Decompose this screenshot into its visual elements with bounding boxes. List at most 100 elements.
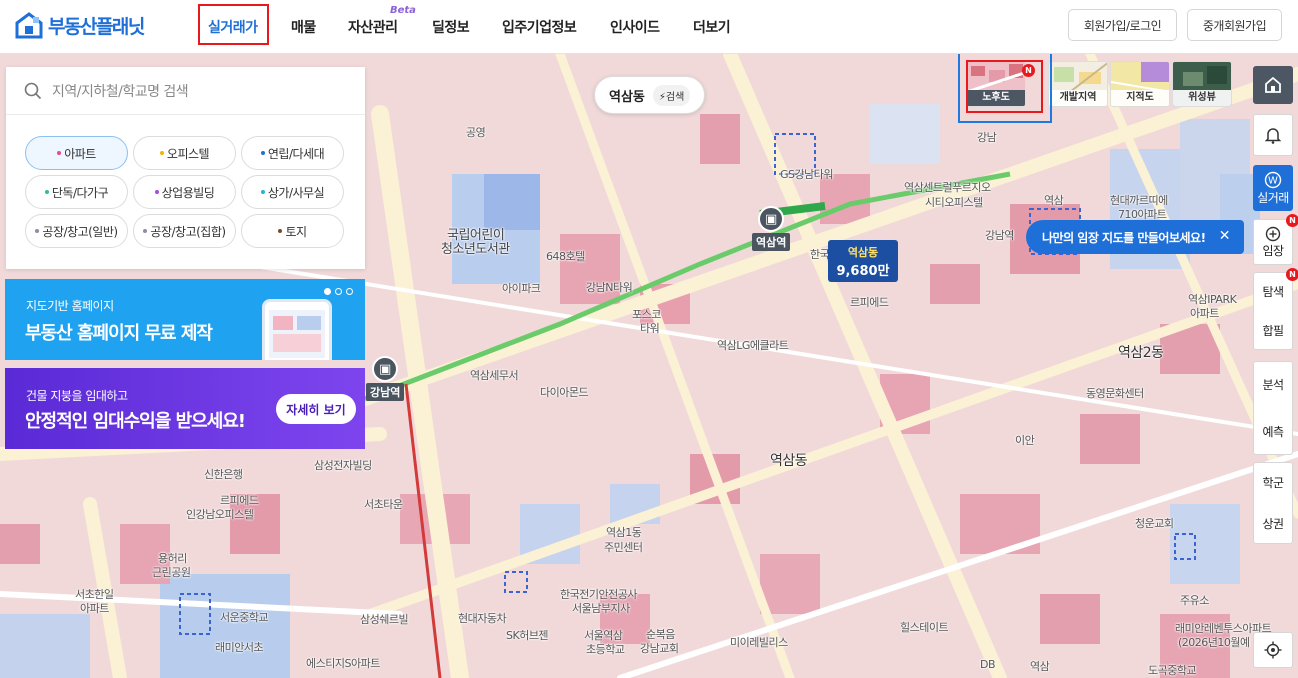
filter-detached[interactable]: 단독/다가구 [25, 175, 128, 209]
region-chip[interactable]: 역삼동 ⚡검색 [594, 76, 705, 114]
map-label: 타워 [640, 322, 660, 335]
banner-title: 안정적인 임대수익을 받으세요! [25, 411, 246, 432]
map-label: 강남역 [985, 229, 1014, 242]
search-input[interactable]: 지역/지하철/학교명 검색 [52, 81, 189, 101]
map-type-button[interactable] [1253, 66, 1293, 104]
pager-dot[interactable] [324, 288, 331, 295]
nav-item-maemul[interactable]: 매물 [291, 17, 316, 37]
map-label: 르피에드 [850, 296, 889, 309]
notification-button[interactable] [1253, 114, 1293, 156]
map-label: 역삼 [1044, 194, 1064, 207]
lease-detail-button[interactable]: 자세히 보기 [276, 394, 356, 424]
region-name: 역삼동 [609, 89, 645, 105]
nav-item-tenant[interactable]: 입주기업정보 [502, 17, 577, 37]
nav-item-more[interactable]: 더보기 [693, 17, 731, 37]
region-search-button[interactable]: ⚡검색 [652, 84, 691, 106]
imjang-tooltip: 나만의 임장 지도를 만들어보세요! ✕ [1026, 220, 1244, 254]
map-label: 서운중학교 [220, 611, 269, 624]
map-label: 인강남오피스텔 [186, 508, 254, 521]
map-label: DB [980, 658, 996, 671]
filter-store-office[interactable]: 상가/사무실 [241, 175, 344, 209]
filter-label: 공장/창고(일반) [42, 224, 118, 239]
bell-icon [1264, 128, 1282, 144]
analysis-group: 분석 예측 [1253, 361, 1293, 455]
filter-commercial-building[interactable]: 상업용빌딩 [133, 175, 236, 209]
habpil-button[interactable]: 합필 [1262, 322, 1284, 339]
banner-title: 부동산 홈페이지 무료 제작 [25, 323, 213, 344]
bunseok-button[interactable]: 분석 [1262, 376, 1284, 393]
map-label: 다이아몬드 [540, 386, 589, 399]
filter-apartment[interactable]: 아파트 [25, 136, 128, 170]
map-label: 에스티지S아파트 [306, 657, 380, 670]
active-nav-highlight [198, 4, 269, 45]
filter-officetel[interactable]: 오피스텔 [133, 136, 236, 170]
filter-land[interactable]: 토지 [241, 214, 344, 248]
map-label: 아이파크 [502, 282, 541, 295]
nav-item-inside[interactable]: 인사이드 [610, 17, 660, 37]
map-label: 래미안서초 [215, 641, 264, 654]
filter-factory-general[interactable]: 공장/창고(일반) [25, 214, 128, 248]
map-label: 삼성쉐르빌 [360, 613, 409, 626]
layer-label: 개발지역 [1049, 90, 1107, 106]
tamsaek-button[interactable]: 탐색 [1262, 283, 1284, 300]
layer-satellite[interactable]: 위성뷰 [1172, 61, 1232, 107]
imjang-button[interactable]: 임장 [1253, 219, 1293, 265]
imjang-label: 임장 [1262, 243, 1284, 258]
filter-dot [154, 190, 159, 194]
map-label: 현대자동차 [458, 612, 507, 625]
map-dong-label: 역삼동 [770, 453, 808, 469]
price-marker-area: 역삼동 [847, 246, 879, 259]
map-label: 역삼센트럴푸르지오 [904, 181, 991, 194]
banner-pager[interactable] [324, 288, 353, 295]
new-badge-icon: N [1286, 268, 1298, 281]
layer-label: 지적도 [1111, 90, 1169, 106]
map-label: (2026년10월예 [1178, 636, 1250, 649]
subway-icon: ▣ [758, 206, 785, 232]
map-label: 서울남부지사 [572, 602, 630, 615]
map-label: 주민센터 [604, 541, 643, 554]
map-label: 주유소 [1180, 594, 1209, 607]
map-label: 역삼 [1030, 660, 1050, 673]
filter-dot [57, 151, 62, 155]
silgeorae-button[interactable]: W 실거래 [1253, 165, 1293, 211]
homepage-banner[interactable]: 지도기반 홈페이지 부동산 홈페이지 무료 제작 [5, 279, 365, 360]
map-label: 648호텔 [546, 250, 585, 263]
station-yeoksam[interactable]: ▣ 역삼역 [752, 206, 791, 251]
nav-item-deal[interactable]: 딜정보 [432, 17, 470, 37]
filter-label: 상가/사무실 [267, 185, 325, 200]
map-label: 르피에드 [220, 494, 259, 507]
price-marker[interactable]: 역삼동 9,680만 [828, 240, 898, 282]
filter-factory-collective[interactable]: 공장/창고(집합) [133, 214, 236, 248]
map-label: GS강남타워 [780, 168, 834, 181]
pager-dot[interactable] [335, 288, 342, 295]
search-bar[interactable]: 지역/지하철/학교명 검색 [6, 67, 365, 115]
map-label: 역삼세무서 [470, 369, 519, 382]
layer-development[interactable]: 개발지역 [1048, 61, 1108, 107]
filter-label: 연립/다세대 [267, 146, 325, 161]
pager-dot[interactable] [346, 288, 353, 295]
my-location-button[interactable] [1253, 632, 1293, 668]
filter-dot [44, 190, 49, 194]
filter-dot [159, 151, 164, 155]
close-icon[interactable]: ✕ [1219, 228, 1231, 244]
map-label: 청운교회 [1135, 517, 1174, 530]
beta-badge: Beta [390, 5, 416, 16]
nav-item-asset[interactable]: 자산관리 [348, 17, 398, 37]
map-dong-label: 역삼2동 [1118, 345, 1164, 361]
layer-cadastral[interactable]: 지적도 [1110, 61, 1170, 107]
search-icon [24, 82, 42, 99]
search-filter-panel: 지역/지하철/학교명 검색 아파트 오피스텔 연립/다세대 단독/다가구 상업용… [6, 67, 365, 269]
brand-logo[interactable]: 부동산플래닛 [14, 11, 145, 39]
agent-signup-button[interactable]: 중개회원가입 [1187, 9, 1282, 41]
station-gangnam[interactable]: ▣ 강남역 [366, 356, 405, 401]
yecheuk-button[interactable]: 예측 [1262, 423, 1284, 440]
login-button[interactable]: 회원가입/로그인 [1068, 9, 1177, 41]
lease-banner[interactable]: 건물 지붕을 임대하고 안정적인 임대수익을 받으세요! 자세히 보기 [5, 368, 365, 449]
sanggwon-button[interactable]: 상권 [1262, 515, 1284, 532]
phone-screen [269, 310, 325, 358]
filter-label: 아파트 [64, 146, 96, 161]
filter-townhouse[interactable]: 연립/다세대 [241, 136, 344, 170]
silgeorae-label: 실거래 [1257, 190, 1289, 205]
hakgun-button[interactable]: 학군 [1262, 474, 1284, 491]
map-label: 이안 [1015, 434, 1035, 447]
